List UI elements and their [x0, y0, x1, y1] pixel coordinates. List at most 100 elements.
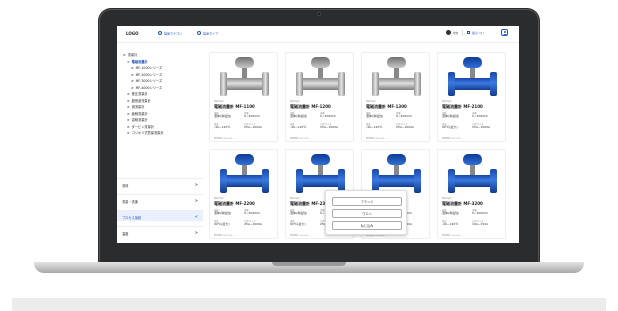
product-card[interactable]: 電磁流量計 電磁流量計 MF-3200 流体 液体(導電性) 流量 0~3000l/h 温度… [437, 149, 506, 239]
product-price: 標準価格 ¥120,000 ~ [442, 235, 463, 237]
filter-item[interactable]: 流量・流速 > [117, 194, 203, 205]
product-card[interactable]: 電磁流量計 電磁流量計 MF-2100 流体 液体(導電性) 流量 0~3000l/h 温度… [437, 52, 506, 142]
globe-icon[interactable] [446, 30, 451, 35]
chevron-icon: < [194, 214, 198, 219]
product-card[interactable]: 電磁流量計 電磁流量計 MF-1100 流体 液体(導電性) 流量 0~3000l/h 温度… [209, 52, 278, 142]
filter-label: 流体 [122, 184, 129, 188]
filter-item[interactable]: 温度 > [117, 226, 203, 237]
product-name[interactable]: 電磁流量計 MF-1200 [290, 104, 331, 110]
chevron-right-icon: > [127, 105, 130, 109]
tree-item[interactable]: > タービン流量計 [127, 124, 154, 129]
filter-item[interactable]: 流体 > [117, 178, 203, 189]
spec-value: 0~3000l/h [244, 114, 260, 118]
product-category-link[interactable]: 製品カテゴリ [158, 31, 182, 36]
flange-right [414, 169, 421, 193]
flowmeter-head [311, 154, 330, 165]
spec-value: 0~3000l/h [472, 211, 488, 215]
chevron-right-icon: > [131, 85, 134, 90]
product-price: 標準価格 ¥120,000 ~ [214, 138, 235, 140]
chevron-right-icon: > [127, 92, 130, 96]
flange-left [220, 72, 227, 96]
product-category: 電磁流量計 [214, 101, 225, 103]
divider [462, 30, 463, 36]
spec-value: 0~3000l/h [244, 211, 260, 215]
spec-value: 25A~1000A [320, 125, 339, 129]
product-price: 標準価格 ¥120,000 ~ [366, 138, 387, 140]
spec-value: 液体(導電性) [214, 114, 232, 118]
product-image [372, 154, 421, 194]
product-name[interactable]: 電磁流量計 MF-1100 [214, 104, 255, 110]
tree-item[interactable]: > MF-2000シリーズ [131, 72, 162, 77]
tree-item[interactable]: > 超音波流量計 [127, 98, 151, 103]
flowmeter-body [222, 78, 267, 90]
product-image [448, 57, 497, 97]
spec-value: 液体(導電性) [366, 114, 384, 118]
product-name[interactable]: 電磁流量計 MF-1300 [366, 104, 407, 110]
tree-item[interactable]: > MF-4000シリーズ [131, 85, 162, 90]
language-switch[interactable]: 中文 [453, 31, 458, 35]
spec-value: -40~120℃ [290, 125, 307, 129]
laptop-notch [272, 262, 346, 266]
product-image [448, 154, 497, 194]
tree-item[interactable]: > コリオリ式質量流量計 [127, 130, 164, 135]
flowmeter-body [222, 175, 267, 187]
product-image [296, 57, 345, 97]
option-threaded-button[interactable]: ねじ込み [332, 221, 402, 230]
tree-item-label: 流量計 [127, 53, 138, 57]
filter-item[interactable]: プロセス接続 < [117, 210, 203, 221]
tree-item-label: 電磁流量計 [131, 59, 148, 64]
product-image [372, 57, 421, 97]
flange-left [448, 72, 455, 96]
product-card[interactable]: 電磁流量計 電磁流量計 MF-1300 流体 液体(導電性) 流量 0~3000l/h 温度… [361, 52, 430, 142]
product-name[interactable]: 電磁流量計 MF-2100 [442, 104, 483, 110]
logo[interactable]: LOGO [126, 31, 139, 36]
spec-value: 90℃(最大) [442, 125, 458, 129]
chevron-right-icon: > [123, 53, 126, 57]
flange-left [296, 169, 303, 193]
sidebar: > 流量計 > 電磁流量計 > MF-1000シリーズ > MF-2000シリーズ > MF-30… [117, 43, 203, 243]
spec-value: 10A~150A [472, 222, 489, 226]
flange-left [296, 72, 303, 96]
tree-item[interactable]: > 渦流量計 [127, 104, 144, 109]
chevron-right-icon: > [127, 111, 130, 116]
chevron-right-icon: > [131, 66, 134, 70]
flowmeter-body [450, 78, 495, 90]
flowmeter-body [374, 78, 419, 90]
chevron-icon: > [194, 198, 198, 203]
product-card[interactable]: 電磁流量計 電磁流量計 MF-1200 流体 液体(導電性) 流量 0~3000l/h 温度… [285, 52, 354, 142]
spec-value: 25A~1000A [244, 125, 263, 129]
product-card[interactable]: 電磁流量計 電磁流量計 MF-2200 流体 液体(導電性) 流量 0~3000l/h 温度… [209, 149, 278, 239]
flowmeter-head [463, 57, 482, 68]
flowmeter-head [235, 154, 254, 165]
tree-item[interactable]: > 面積流量計 [127, 111, 148, 116]
option-wafer-button[interactable]: ウエハ [332, 209, 402, 218]
product-name[interactable]: 電磁流量計 MF-3200 [442, 201, 483, 207]
tree-item[interactable]: > MF-3000シリーズ [131, 78, 162, 83]
spec-value: -40~120℃ [366, 125, 383, 129]
tree-item[interactable]: > 容積流量計 [127, 117, 148, 122]
tree-item[interactable]: > 差圧流量計 [127, 91, 148, 96]
product-name[interactable]: 電磁流量計 MF-2200 [214, 201, 255, 207]
tree-item[interactable]: > 流量計 [123, 52, 137, 57]
filter-label: 温度 [122, 232, 129, 236]
option-flange-button[interactable]: フランジ [332, 197, 402, 206]
tree-item[interactable]: > MF-1000シリーズ [131, 65, 162, 70]
flange-right [262, 169, 269, 193]
product-category: 電磁流量計 [290, 101, 301, 103]
product-type-link[interactable]: 製品タイプ [197, 31, 218, 36]
product-image [220, 57, 269, 97]
flange-left [220, 169, 227, 193]
product-image [296, 154, 345, 194]
spec-value: 25A~1000A [472, 125, 491, 129]
tree-item[interactable]: > 電磁流量計 [127, 59, 148, 64]
compare-list-link[interactable]: 検討リスト [467, 31, 485, 35]
compare-list-label: 検討リスト [472, 32, 485, 35]
process-connection-popup: フランジ ウエハ ねじ込み [325, 190, 407, 235]
chevron-right-icon: > [131, 79, 134, 83]
product-price: 標準価格 ¥120,000 ~ [214, 235, 235, 237]
spec-value: 液体(導電性) [290, 114, 308, 118]
spec-value: 90℃(最大) [290, 222, 306, 226]
tree-item-label: 差圧流量計 [131, 92, 148, 96]
spec-value: 25A~1000A [396, 125, 415, 129]
user-icon[interactable] [501, 29, 508, 36]
